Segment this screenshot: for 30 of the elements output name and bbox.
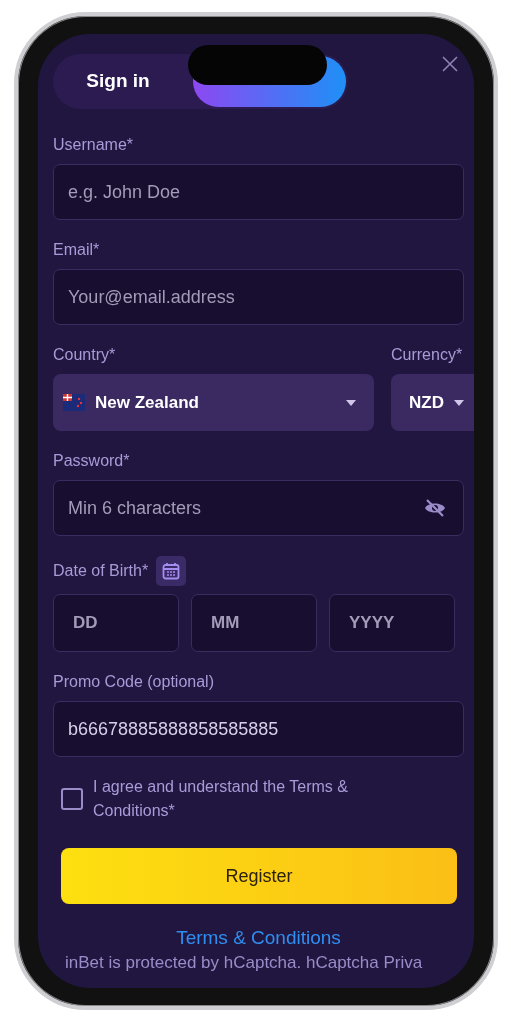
flag-icon — [63, 394, 85, 411]
close-icon[interactable] — [442, 56, 458, 72]
field-label: Date of Birth* — [53, 561, 149, 581]
agree-text: I agree and understand the Terms & Conditions* — [93, 777, 349, 821]
field-label: Country* — [53, 345, 117, 365]
country-select[interactable]: New Zealand — [53, 374, 374, 431]
promo-code-field[interactable]: b66678885888858585885 — [53, 701, 464, 757]
field-label: Email* — [53, 240, 101, 260]
checkbox[interactable] — [61, 788, 83, 810]
password-field[interactable]: Min 6 characters — [53, 480, 464, 536]
currency-select[interactable]: NZD — [391, 374, 474, 431]
field-label: Promo Code (optional) — [53, 672, 215, 692]
tab[interactable]: Sign in — [53, 56, 183, 107]
calendar-icon[interactable] — [156, 556, 187, 586]
eye-off-icon[interactable] — [424, 499, 446, 517]
selected-value: New Zealand — [95, 391, 199, 414]
selected-value: NZD — [409, 391, 444, 414]
captcha-notice: inBet is protected by hCaptcha. hCaptcha Priva — [65, 953, 423, 973]
date-part-field[interactable]: DD — [53, 594, 179, 652]
terms-link[interactable]: Terms & Conditions — [176, 927, 341, 948]
field-label: Password* — [53, 451, 131, 471]
caret-icon — [346, 399, 356, 406]
field-label: Currency* — [391, 345, 464, 365]
date-part-field[interactable]: YYYY — [329, 594, 455, 652]
date-part-field[interactable]: MM — [191, 594, 317, 652]
register-button[interactable]: Register — [61, 848, 457, 904]
field-label: Username* — [53, 135, 135, 155]
input-field[interactable]: e.g. John Doe — [53, 164, 464, 220]
input-field[interactable]: Your@email.address — [53, 269, 464, 325]
caret-icon — [453, 399, 464, 406]
